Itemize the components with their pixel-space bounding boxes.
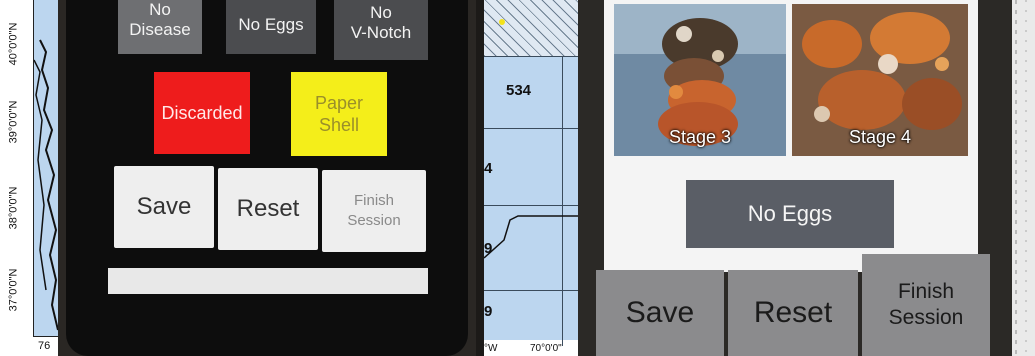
lat-label-37: 37°0'0"N [7,268,20,312]
stage-3-caption: Stage 3 [668,127,732,147]
no-eggs-button[interactable]: No Eggs [686,180,894,248]
finish-session-label: Finish Session [347,192,401,229]
no-v-notch-button[interactable]: No V-Notch [334,0,428,60]
grid-line [484,290,578,291]
grid-line [484,56,578,57]
phone-1-screen: No Disease No Eggs No V-Notch Discarded … [66,0,468,356]
area-number-partial: 9 [484,240,493,257]
depth-contour-graphic [484,215,578,259]
lon-label-70: 70°0'0" [530,343,562,354]
area-number-534: 534 [506,82,532,99]
reset-label: Reset [236,195,300,222]
grid-line [484,128,578,129]
save-label: Save [136,193,192,220]
phone-1-photo: No Disease No Eggs No V-Notch Discarded … [58,0,476,356]
no-v-notch-label: No V-Notch [350,3,412,42]
stage-4-photo[interactable]: Stage 4 [792,4,968,156]
mid-map-strip: 534 4 9 9 °W 70°0'0" [484,0,578,356]
reset-button[interactable]: Reset [728,270,858,356]
reset-label: Reset [753,296,833,329]
save-button[interactable]: Save [114,166,214,248]
no-eggs-button[interactable]: No Eggs [226,0,316,54]
yellow-marker-icon [499,19,505,25]
paper-shell-label: Paper Shell [314,93,364,135]
phone-2-screen: Stage 3 Stage 4 No Eggs [604,0,978,272]
no-disease-button[interactable]: No Disease [118,0,202,54]
left-map-strip: 40°0'0"N 39°0'0"N 38°0'0"N 37°0'0"N 76 [0,0,58,356]
lon-label-w: °W [484,343,498,354]
no-eggs-label: No Eggs [238,15,304,34]
coastline-graphic [33,39,58,331]
discarded-button[interactable]: Discarded [154,72,250,154]
lat-label-40: 40°0'0"N [7,22,20,66]
save-button[interactable]: Save [596,270,724,356]
map-edge-graphic [1012,0,1035,356]
no-disease-label: No Disease [129,0,191,39]
right-map-strip [1012,0,1035,356]
finish-session-button[interactable]: Finish Session [862,254,990,356]
lon-label-76: 76 [38,340,51,352]
area-number-partial: 4 [484,160,493,177]
hatched-area [484,0,578,56]
stage-3-photo[interactable]: Stage 3 [614,4,786,156]
discarded-label: Discarded [161,103,243,123]
map-coastline-area [33,0,58,337]
area-number-partial: 9 [484,303,493,320]
finish-session-label: Finish Session [888,280,964,329]
bottom-bar [108,268,428,294]
lat-label-39: 39°0'0"N [7,100,20,144]
save-label: Save [625,296,695,329]
paper-shell-button[interactable]: Paper Shell [291,72,387,156]
finish-session-button[interactable]: Finish Session [322,170,426,252]
lat-label-38: 38°0'0"N [7,186,20,230]
phone-2-photo: Stage 3 Stage 4 No Eggs Save Reset Finis… [578,0,1012,356]
no-eggs-label: No Eggs [747,201,833,226]
stage-4-caption: Stage 4 [848,127,912,147]
reset-button[interactable]: Reset [218,168,318,250]
